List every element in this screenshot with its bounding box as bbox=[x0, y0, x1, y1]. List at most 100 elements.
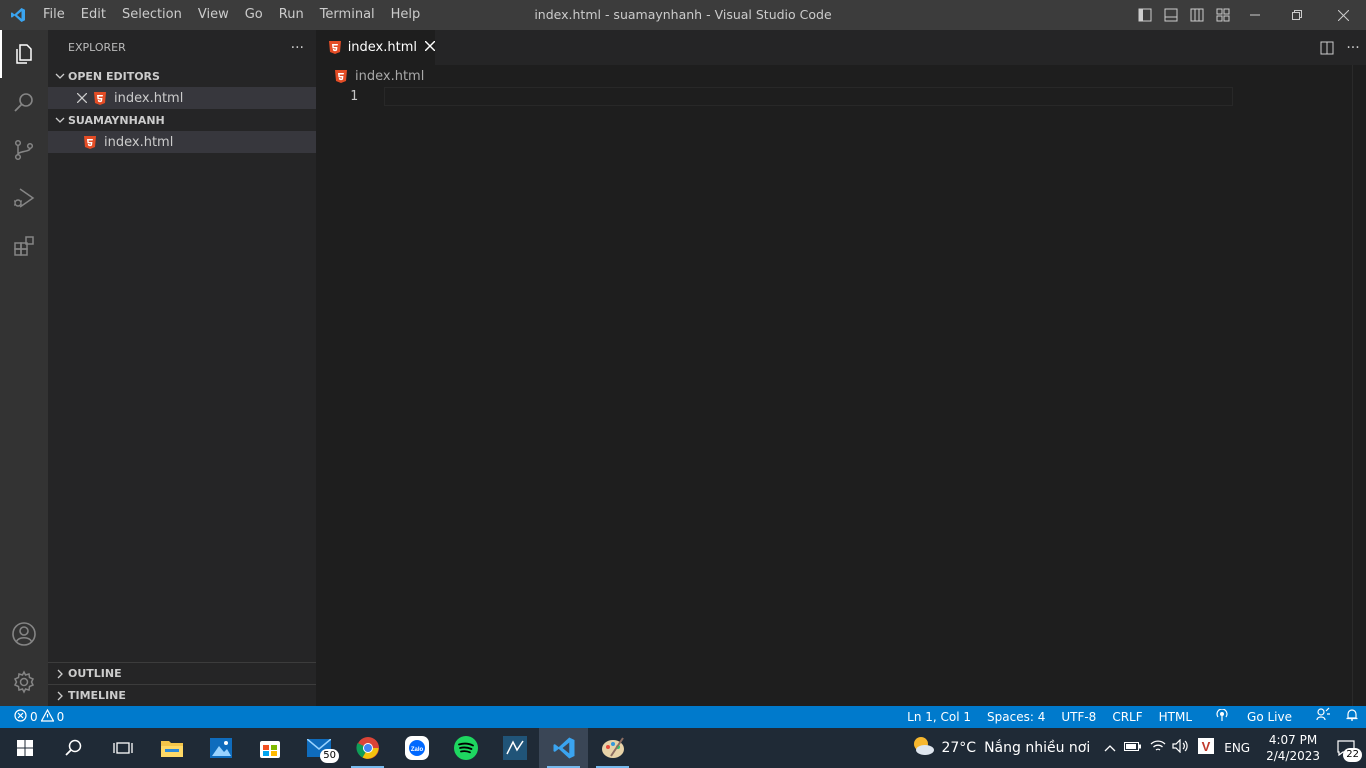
current-line-highlight[interactable] bbox=[384, 87, 1233, 106]
settings-gear-icon[interactable] bbox=[0, 658, 48, 706]
explorer-icon[interactable] bbox=[0, 30, 48, 78]
notification-count-badge: 22 bbox=[1343, 748, 1362, 762]
menu-go[interactable]: Go bbox=[237, 0, 271, 30]
vscode-logo-icon bbox=[0, 0, 35, 30]
html5-icon bbox=[82, 134, 98, 150]
open-editor-item[interactable]: index.html bbox=[48, 87, 316, 109]
open-editors-section[interactable]: OPEN EDITORS bbox=[48, 65, 316, 87]
account-icon[interactable] bbox=[0, 610, 48, 658]
menu-selection[interactable]: Selection bbox=[114, 0, 190, 30]
clock[interactable]: 4:07 PM 2/4/2023 bbox=[1260, 732, 1326, 764]
menu-bar: File Edit Selection View Go Run Terminal… bbox=[35, 0, 428, 30]
html5-icon bbox=[328, 40, 342, 56]
wifi-icon[interactable] bbox=[1150, 739, 1166, 757]
problems-indicator[interactable]: 0 0 bbox=[0, 708, 65, 725]
editor-more-actions[interactable]: ··· bbox=[1340, 30, 1366, 65]
chrome-icon[interactable] bbox=[343, 728, 392, 768]
windows-start-icon[interactable] bbox=[0, 728, 49, 768]
encoding[interactable]: UTF-8 bbox=[1053, 706, 1104, 728]
svg-text:V: V bbox=[1202, 739, 1211, 754]
explorer-title: EXPLORER bbox=[68, 41, 126, 54]
menu-file[interactable]: File bbox=[35, 0, 73, 30]
breadcrumb-filename: index.html bbox=[355, 68, 425, 84]
outline-label: OUTLINE bbox=[68, 667, 122, 680]
minimize-icon[interactable] bbox=[1236, 0, 1274, 30]
html5-icon bbox=[333, 68, 349, 84]
toggle-secondary-sidebar-icon[interactable] bbox=[1184, 0, 1210, 30]
open-editor-filename: index.html bbox=[114, 90, 184, 106]
system-tray: 27°C Nắng nhiều nơi V ENG 4:07 PM 2/4/20… bbox=[911, 728, 1366, 768]
run-debug-icon[interactable] bbox=[0, 174, 48, 222]
microsoft-store-icon[interactable] bbox=[245, 728, 294, 768]
code-line[interactable]: 1 bbox=[316, 87, 1233, 106]
customize-layout-icon[interactable] bbox=[1210, 0, 1236, 30]
open-editors-label: OPEN EDITORS bbox=[68, 69, 160, 83]
go-live-button[interactable]: Go Live bbox=[1200, 706, 1308, 728]
cursor-position[interactable]: Ln 1, Col 1 bbox=[899, 706, 979, 728]
timeline-section[interactable]: TIMELINE bbox=[48, 684, 316, 706]
folder-label: SUAMAYNHANH bbox=[68, 113, 165, 127]
feedback-icon[interactable] bbox=[1308, 706, 1338, 728]
show-hidden-icons-chevron-icon[interactable] bbox=[1104, 741, 1116, 756]
menu-terminal[interactable]: Terminal bbox=[312, 0, 383, 30]
explorer-sidebar: EXPLORER ··· OPEN EDITORS index.html SUA… bbox=[48, 30, 316, 706]
notifications-bell-icon[interactable] bbox=[1338, 706, 1366, 728]
close-window-icon[interactable] bbox=[1320, 0, 1366, 30]
volume-icon[interactable] bbox=[1172, 738, 1190, 757]
tab-bar: index.html ··· bbox=[316, 30, 1366, 65]
file-tree-item[interactable]: index.html bbox=[48, 131, 316, 153]
toggle-sidebar-icon[interactable] bbox=[1132, 0, 1158, 30]
file-tree-filename: index.html bbox=[104, 134, 174, 150]
mail-app-icon[interactable]: 50 bbox=[294, 728, 343, 768]
weather-icon[interactable] bbox=[911, 735, 935, 761]
menu-run[interactable]: Run bbox=[271, 0, 312, 30]
html5-icon bbox=[92, 90, 108, 106]
go-live-label: Go Live bbox=[1247, 710, 1292, 724]
warning-count: 0 bbox=[56, 710, 65, 724]
input-language[interactable]: ENG bbox=[1224, 741, 1250, 755]
close-tab-icon[interactable] bbox=[424, 40, 436, 55]
end-of-line[interactable]: CRLF bbox=[1104, 706, 1150, 728]
error-icon bbox=[14, 709, 27, 725]
editor-area: index.html ··· index.html 1 bbox=[316, 30, 1366, 706]
file-explorer-icon[interactable] bbox=[147, 728, 196, 768]
indentation[interactable]: Spaces: 4 bbox=[979, 706, 1053, 728]
mysql-workbench-icon[interactable] bbox=[490, 728, 539, 768]
folder-section[interactable]: SUAMAYNHANH bbox=[48, 109, 316, 131]
language-mode[interactable]: HTML bbox=[1151, 706, 1200, 728]
toggle-panel-icon[interactable] bbox=[1158, 0, 1184, 30]
source-control-icon[interactable] bbox=[0, 126, 48, 174]
taskbar-search-icon[interactable] bbox=[49, 728, 98, 768]
notification-center-icon[interactable]: 22 bbox=[1326, 728, 1366, 768]
battery-icon[interactable] bbox=[1124, 740, 1142, 756]
clock-date: 2/4/2023 bbox=[1266, 749, 1320, 763]
outline-section[interactable]: OUTLINE bbox=[48, 662, 316, 684]
weather-temperature[interactable]: 27°C bbox=[941, 740, 976, 756]
search-icon[interactable] bbox=[0, 78, 48, 126]
split-editor-icon[interactable] bbox=[1314, 30, 1340, 65]
vscode-taskbar-icon[interactable] bbox=[539, 728, 588, 768]
error-count: 0 bbox=[30, 710, 38, 724]
task-view-icon[interactable] bbox=[98, 728, 147, 768]
breadcrumb[interactable]: index.html bbox=[316, 65, 1366, 87]
vietnamese-input-icon[interactable]: V bbox=[1198, 738, 1215, 758]
close-icon[interactable] bbox=[74, 93, 90, 103]
weather-condition[interactable]: Nắng nhiều nơi bbox=[984, 740, 1090, 756]
menu-help[interactable]: Help bbox=[383, 0, 429, 30]
tab-index-html[interactable]: index.html bbox=[316, 30, 436, 65]
spotify-icon[interactable] bbox=[441, 728, 490, 768]
explorer-more-actions[interactable]: ··· bbox=[291, 40, 304, 56]
restore-icon[interactable] bbox=[1274, 0, 1320, 30]
editor-scrollbar[interactable] bbox=[1352, 65, 1366, 706]
extensions-icon[interactable] bbox=[0, 222, 48, 270]
chevron-down-icon bbox=[52, 115, 68, 125]
zalo-icon[interactable]: Zalo bbox=[392, 728, 441, 768]
menu-edit[interactable]: Edit bbox=[73, 0, 114, 30]
clock-time: 4:07 PM bbox=[1268, 733, 1318, 747]
tab-label: index.html bbox=[347, 40, 417, 55]
paint-app-icon[interactable] bbox=[588, 728, 637, 768]
chevron-right-icon bbox=[52, 691, 68, 701]
menu-view[interactable]: View bbox=[190, 0, 237, 30]
photos-app-icon[interactable] bbox=[196, 728, 245, 768]
windows-taskbar: 50 Zalo 27°C Nắng nhiều nơi V ENG 4:07 P… bbox=[0, 728, 1366, 768]
